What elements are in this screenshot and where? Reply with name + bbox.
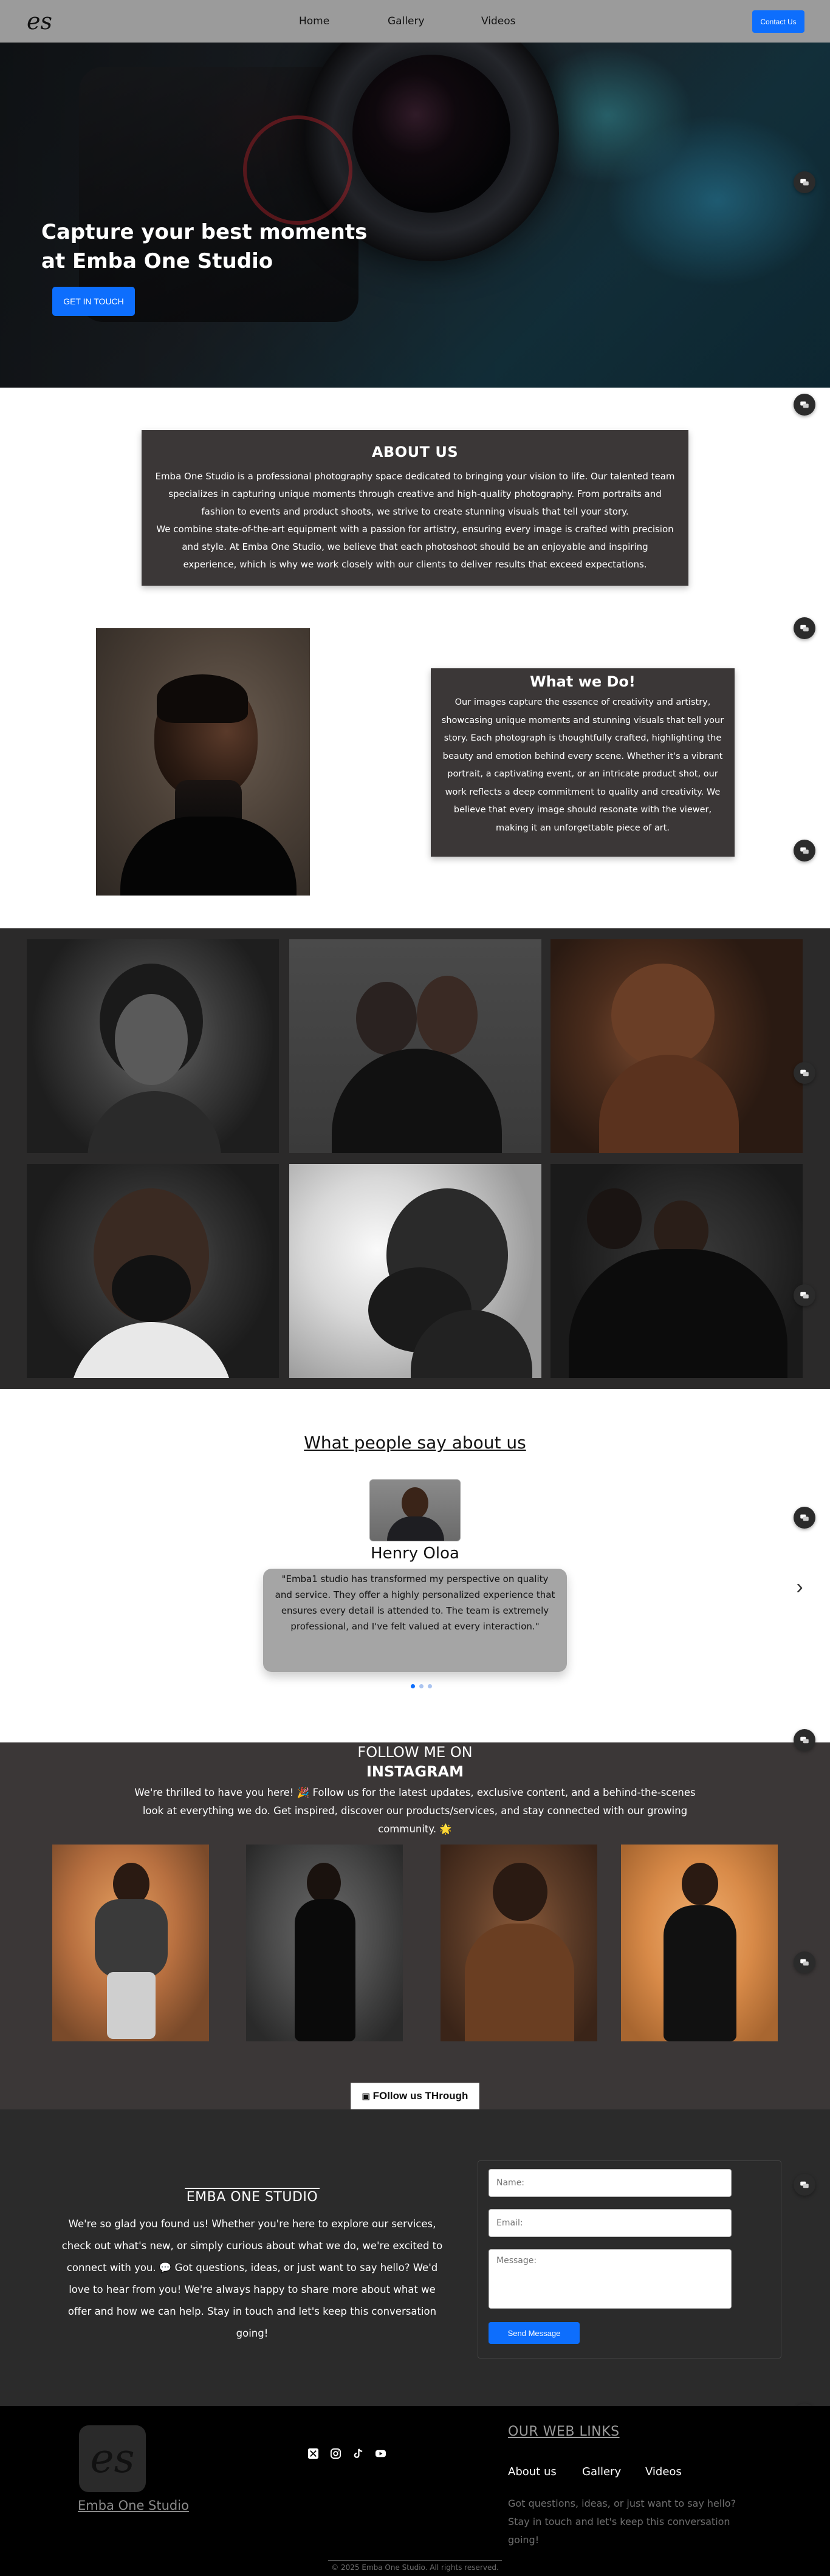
contact-us-button[interactable]: Contact Us (752, 10, 804, 33)
testimonials-title: What people say about us (304, 1433, 526, 1453)
footer-copyright: © 2025 Emba One Studio. All rights reser… (328, 2560, 502, 2572)
send-message-button[interactable]: Send Message (489, 2322, 580, 2344)
footer-videos-link[interactable]: Videos (645, 2465, 682, 2478)
hero-title-line1: Capture your best moments (41, 220, 368, 244)
chat-icon (800, 1292, 809, 1299)
instagram-photo-3[interactable] (441, 1845, 597, 2041)
hero-title-line2: at Emba One Studio (41, 249, 273, 273)
instagram-title-line1: FOLLOW ME ON (357, 1744, 473, 1761)
carousel-dot-1[interactable] (411, 1684, 415, 1688)
chat-fab-4[interactable] (794, 840, 815, 862)
chat-fab-6[interactable] (794, 1284, 815, 1306)
gallery-photo-bearded-man[interactable] (289, 1164, 541, 1378)
testimonial-avatar (369, 1479, 461, 1541)
footer-links-title: OUR WEB LINKS (508, 2424, 620, 2439)
instagram-title: FOLLOW ME ON INSTAGRAM (0, 1742, 830, 1781)
about-paragraph-2: We combine state-of-the-art equipment wi… (156, 524, 674, 570)
chat-icon (800, 625, 809, 632)
contact-title: EMBA ONE STUDIO (186, 2190, 318, 2205)
follow-us-button[interactable]: ▣ FOllow us THrough (351, 2083, 479, 2109)
footer-note: Got questions, ideas, or just want to sa… (508, 2498, 736, 2546)
footer: es Emba One Studio OUR WEB LINKS About u… (0, 2406, 830, 2576)
carousel-dot-2[interactable] (419, 1684, 424, 1688)
chat-fab-9[interactable] (794, 1951, 815, 1973)
portrait-body (120, 817, 297, 896)
chat-icon (800, 179, 809, 186)
social-links (307, 2447, 387, 2460)
chat-icon (800, 1069, 809, 1077)
portrait-image (96, 628, 310, 896)
navbar: es Home Gallery Videos Contact Us (0, 0, 830, 43)
chat-icon (800, 401, 809, 408)
contact-divider (185, 2188, 320, 2189)
footer-gallery-link[interactable]: Gallery (582, 2465, 621, 2478)
gallery-photo-couple[interactable] (289, 939, 541, 1153)
nav-videos-link[interactable]: Videos (481, 15, 516, 27)
hero-overlay (0, 43, 830, 388)
chat-fab-10[interactable] (794, 2174, 815, 2196)
testimonial-next-button[interactable]: › (790, 1575, 809, 1599)
about-paragraph-1: Emba One Studio is a professional photog… (155, 471, 675, 517)
instagram-lead: We're thrilled to have you here! 🎉 Follo… (134, 1787, 696, 1835)
footer-brand-link[interactable]: Emba One Studio (78, 2498, 189, 2513)
chat-icon (800, 1959, 809, 1966)
logo[interactable]: es (27, 6, 63, 36)
chat-icon (800, 847, 809, 854)
instagram-photo-4[interactable] (621, 1845, 778, 2041)
gallery-photo-man-laughing[interactable] (27, 1164, 279, 1378)
instagram-section: FOLLOW ME ON INSTAGRAM We're thrilled to… (0, 1742, 830, 2109)
testimonial-quote: "Emba1 studio has transformed my perspec… (275, 1574, 555, 1632)
portrait-hair (157, 674, 248, 723)
get-in-touch-button[interactable]: GET IN TOUCH (52, 287, 135, 316)
chat-fab-3[interactable] (794, 617, 815, 639)
instagram-photo-1[interactable] (52, 1845, 209, 2041)
chat-icon (800, 1736, 809, 1744)
chat-icon (800, 2181, 809, 2188)
carousel-dots (411, 1684, 432, 1688)
about-section: ABOUT US Emba One Studio is a profession… (142, 430, 688, 586)
message-input[interactable] (489, 2249, 732, 2309)
instagram-photo-2[interactable] (246, 1845, 403, 2041)
gallery-section (0, 928, 830, 1389)
footer-logo[interactable]: es (79, 2425, 146, 2492)
what-we-do-section: What we Do! Our images capture the essen… (431, 668, 735, 857)
testimonial-name: Henry Oloa (371, 1544, 459, 1563)
x-twitter-icon[interactable] (307, 2447, 320, 2460)
about-title: ABOUT US (371, 444, 459, 461)
chat-fab-1[interactable] (794, 171, 815, 193)
hero-section: Capture your best moments at Emba One St… (0, 43, 830, 388)
gallery-photo-family[interactable] (550, 1164, 803, 1378)
instagram-title-line2: INSTAGRAM (366, 1763, 464, 1780)
gallery-photo-woman-smiling[interactable] (27, 939, 279, 1153)
carousel-dot-3[interactable] (428, 1684, 432, 1688)
contact-section: EMBA ONE STUDIO We're so glad you found … (0, 2109, 830, 2406)
nav-home-link[interactable]: Home (299, 15, 329, 27)
email-input[interactable] (489, 2209, 732, 2237)
chat-fab-8[interactable] (794, 1729, 815, 1751)
footer-about-link[interactable]: About us (508, 2465, 557, 2478)
nav-gallery-link[interactable]: Gallery (388, 15, 425, 27)
youtube-icon[interactable] (374, 2447, 387, 2460)
tiktok-icon[interactable] (352, 2447, 365, 2460)
instagram-icon: ▣ (362, 2091, 370, 2101)
testimonial-card: "Emba1 studio has transformed my perspec… (263, 1569, 567, 1672)
chat-fab-7[interactable] (794, 1507, 815, 1529)
gallery-photo-baby[interactable] (550, 939, 803, 1153)
what-we-do-body: Our images capture the essence of creati… (441, 697, 724, 833)
chat-fab-5[interactable] (794, 1062, 815, 1084)
contact-blurb: We're so glad you found us! Whether you'… (61, 2218, 443, 2339)
what-we-do-title: What we Do! (530, 673, 636, 690)
name-input[interactable] (489, 2169, 732, 2197)
chat-fab-2[interactable] (794, 394, 815, 416)
hero-title: Capture your best moments at Emba One St… (41, 218, 382, 276)
follow-us-label: FOllow us THrough (372, 2090, 468, 2102)
chat-icon (800, 1514, 809, 1521)
instagram-icon[interactable] (329, 2447, 342, 2460)
